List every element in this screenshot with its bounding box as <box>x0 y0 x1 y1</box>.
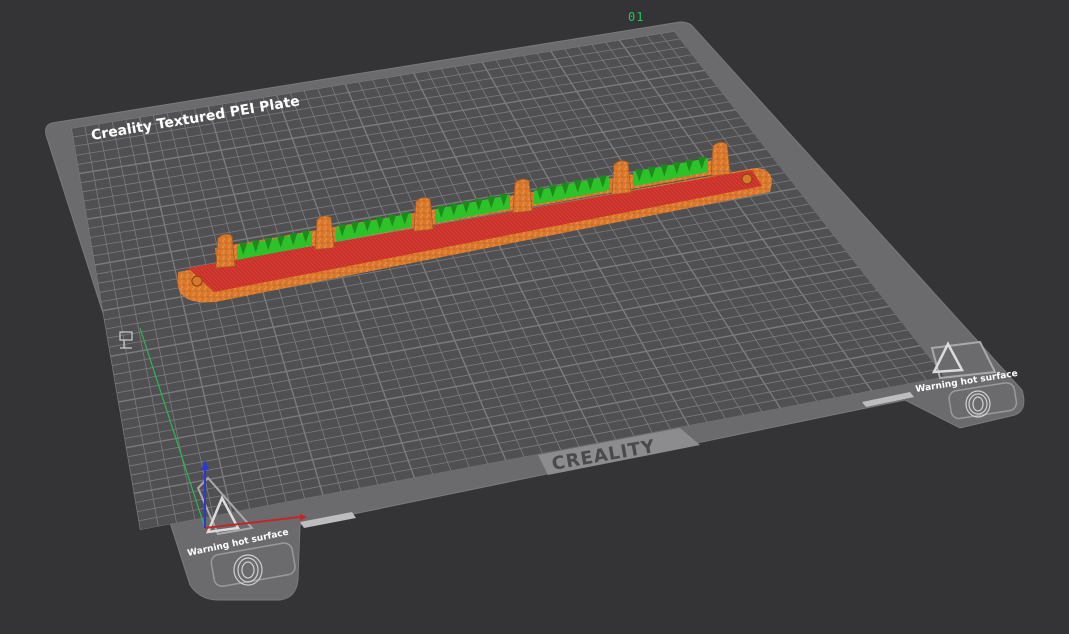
model-post <box>413 197 434 232</box>
model-post <box>710 142 731 177</box>
mount-hole-left <box>191 275 203 287</box>
model-post <box>314 215 335 251</box>
model-post <box>512 178 533 214</box>
3d-viewport[interactable]: Creality Textured PEI Plate CREALITY War… <box>0 0 1069 634</box>
model-post <box>215 234 236 269</box>
mount-hole-right <box>741 173 753 185</box>
model-post <box>611 160 632 195</box>
